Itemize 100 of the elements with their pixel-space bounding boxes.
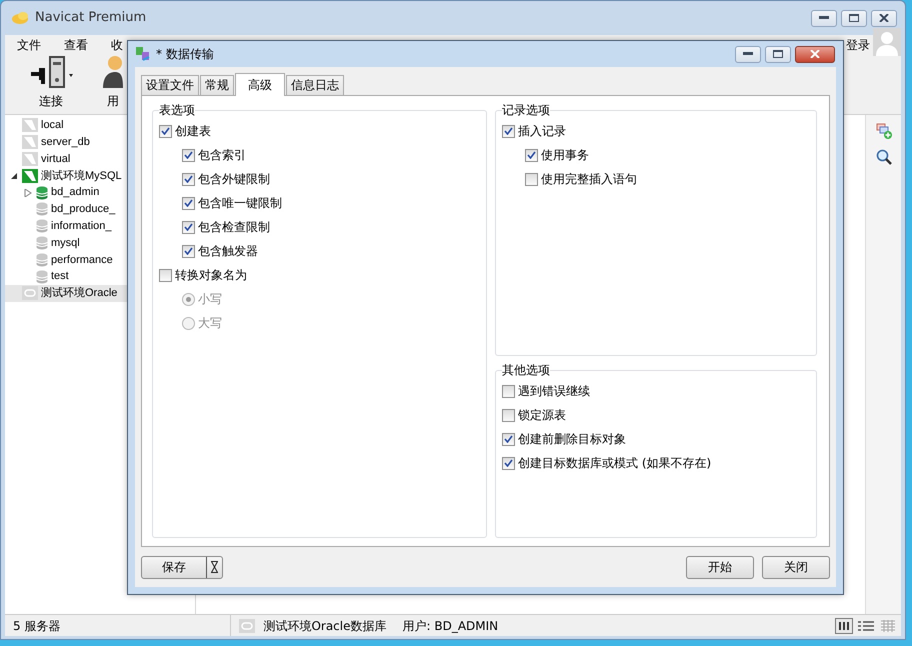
close-button[interactable] xyxy=(795,46,835,62)
check-icon xyxy=(184,151,193,159)
status-connection: 测试环境Oracle数据库 xyxy=(263,618,386,634)
check-icon xyxy=(161,127,170,135)
minimize-button[interactable] xyxy=(735,46,761,62)
grid-view-icon[interactable] xyxy=(835,618,853,634)
check-icon xyxy=(527,151,536,159)
add-table-icon[interactable] xyxy=(876,123,892,139)
tree-row[interactable]: bd_admin xyxy=(5,184,127,201)
toolbar-label[interactable]: 用 xyxy=(107,92,119,110)
checkbox[interactable] xyxy=(159,268,172,282)
check-icon xyxy=(504,459,513,467)
close-button[interactable] xyxy=(871,10,897,26)
tree-item-label[interactable]: virtual xyxy=(41,150,70,168)
database-icon xyxy=(36,219,48,234)
hourglass-icon[interactable] xyxy=(211,561,218,573)
tree-item-label[interactable]: performance xyxy=(51,252,113,268)
maximize-button[interactable] xyxy=(841,10,867,26)
data-transfer-icon xyxy=(135,46,151,62)
checkbox[interactable] xyxy=(502,408,515,422)
maximize-icon xyxy=(773,50,783,58)
tree-row[interactable]: local xyxy=(5,117,127,134)
checkbox[interactable] xyxy=(502,384,515,398)
tree-item-label[interactable]: information_ xyxy=(51,218,112,234)
tree-item-label[interactable]: test xyxy=(51,268,69,285)
save-button[interactable]: 保存 xyxy=(141,556,223,578)
option-label: 创建表 xyxy=(175,123,211,140)
tree-row[interactable]: information_ xyxy=(5,218,127,235)
tab[interactable]: 常规 xyxy=(200,75,234,95)
minimize-icon xyxy=(743,52,753,56)
oracle-icon xyxy=(239,618,256,632)
tree-item-label[interactable]: bd_admin xyxy=(51,184,100,201)
tree-row[interactable]: mysql xyxy=(5,234,127,252)
checkbox[interactable] xyxy=(159,124,172,138)
database-icon xyxy=(36,202,48,216)
connection-icon xyxy=(22,118,38,132)
minimize-button[interactable] xyxy=(811,10,837,26)
database-icon xyxy=(36,186,48,200)
check-icon xyxy=(184,175,193,183)
checkbox[interactable] xyxy=(182,220,195,234)
tree-row[interactable]: 测试环境MySQL xyxy=(5,167,127,184)
checkbox[interactable] xyxy=(502,456,515,470)
window-title: Navicat Premium xyxy=(35,9,146,28)
checkbox[interactable] xyxy=(182,172,195,186)
check-icon xyxy=(184,199,193,207)
checkbox[interactable] xyxy=(182,244,195,258)
database-icon xyxy=(36,236,48,250)
option-label: 插入记录 xyxy=(518,123,566,140)
checkbox[interactable] xyxy=(525,148,538,162)
menu-item[interactable]: 收 xyxy=(107,36,127,54)
option-label: 小写 xyxy=(198,291,222,308)
tree-row[interactable]: virtual xyxy=(5,150,127,168)
dialog-button[interactable]: 关闭 xyxy=(762,556,830,578)
checkbox[interactable] xyxy=(525,172,538,186)
database-icon xyxy=(36,270,48,284)
app-logo-icon xyxy=(11,11,29,25)
tree-item-label[interactable]: 测试环境Oracle xyxy=(41,285,118,302)
tree-row[interactable]: bd_produce_ xyxy=(5,200,127,218)
toolbar-label[interactable]: 连接 xyxy=(39,92,63,110)
option-label: 创建前删除目标对象 xyxy=(518,431,626,448)
tree-item-label[interactable]: server_db xyxy=(41,134,90,150)
oracle-icon xyxy=(22,286,38,300)
minimize-icon xyxy=(819,16,829,20)
tab[interactable]: 设置文件 xyxy=(141,75,199,95)
menu-item[interactable]: 文件 xyxy=(13,36,60,54)
tree-item-label[interactable]: mysql xyxy=(51,234,80,252)
check-icon xyxy=(504,127,513,135)
tree-item-label[interactable]: bd_produce_ xyxy=(51,201,116,218)
database-icon xyxy=(36,252,48,267)
checkbox[interactable] xyxy=(502,432,515,446)
collapsed-arrow-icon[interactable] xyxy=(24,188,32,197)
checkbox[interactable] xyxy=(502,124,515,138)
dialog-button[interactable]: 开始 xyxy=(686,556,754,578)
option-label: 遇到错误继续 xyxy=(518,383,590,400)
status-count: 5 服务器 xyxy=(12,618,60,634)
maximize-icon xyxy=(849,14,859,22)
expanded-arrow-icon[interactable] xyxy=(10,172,18,180)
checkbox[interactable] xyxy=(182,196,195,210)
option-label: 转换对象名为 xyxy=(175,267,247,284)
group-title: 其他选项 xyxy=(502,362,550,378)
check-icon xyxy=(184,247,193,255)
login-link[interactable]: 登录 xyxy=(846,36,870,54)
tree-row[interactable]: test xyxy=(5,268,127,285)
search-icon[interactable] xyxy=(876,149,892,165)
maximize-button[interactable] xyxy=(765,46,791,62)
menu-item[interactable]: 查看 xyxy=(60,36,107,54)
tree-row[interactable]: 测试环境Oracle xyxy=(5,284,127,302)
tree-row[interactable]: server_db xyxy=(5,134,127,151)
checkbox[interactable] xyxy=(182,148,195,162)
dialog-title: * 数据传输 xyxy=(156,46,214,63)
tree-row[interactable]: performance xyxy=(5,251,127,268)
tree-item-label[interactable]: local xyxy=(41,117,64,134)
status-user: 用户: BD_ADMIN xyxy=(402,618,498,634)
tab[interactable]: 信息日志 xyxy=(286,75,344,95)
plug-server-icon xyxy=(29,54,73,90)
tab[interactable]: 高级 xyxy=(235,73,285,96)
option-label: 大写 xyxy=(198,315,222,332)
tree-item-label[interactable]: 测试环境MySQL xyxy=(41,168,122,184)
mysql-connection-icon xyxy=(22,168,38,183)
option-label: 创建目标数据库或模式 (如果不存在) xyxy=(518,455,712,472)
